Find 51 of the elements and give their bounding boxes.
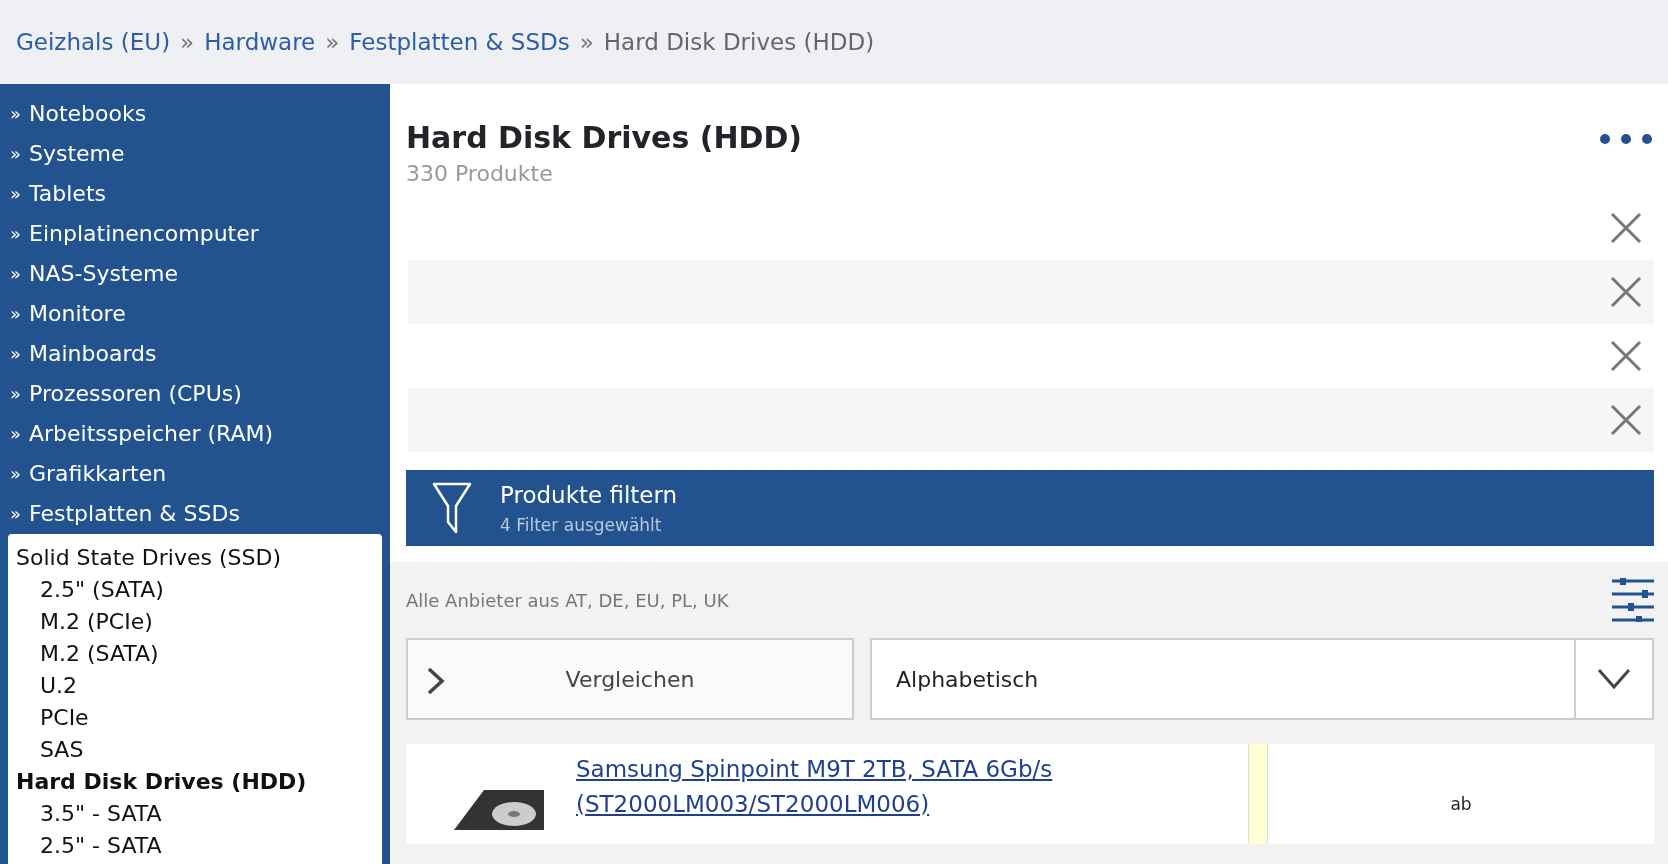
category-link[interactable]: Mainboards: [29, 334, 157, 374]
category-link[interactable]: Arbeitsspeicher (RAM): [29, 414, 274, 454]
category-link[interactable]: Einplatinencomputer: [29, 214, 259, 254]
subcategory-link[interactable]: U.2: [16, 670, 374, 702]
category-link[interactable]: Festplatten & SSDs: [29, 494, 240, 534]
bullet-icon: »: [10, 214, 21, 254]
breadcrumb-separator: »: [325, 27, 340, 57]
breadcrumb-link[interactable]: Geizhals (EU): [16, 24, 171, 60]
category-link[interactable]: Tablets: [29, 174, 106, 214]
filter-button[interactable]: Produkte filtern 4 Filter ausgewählt: [406, 470, 1654, 546]
bullet-icon: »: [10, 374, 21, 414]
price-prefix: ab: [1450, 793, 1472, 816]
subcategory-link[interactable]: PCIe: [16, 702, 374, 734]
breadcrumb-separator: »: [180, 27, 195, 57]
chevron-down-icon: [1597, 668, 1631, 690]
settings-sliders-icon[interactable]: [1612, 578, 1654, 622]
bullet-icon: »: [10, 414, 21, 454]
category-link[interactable]: NAS-Systeme: [29, 254, 178, 294]
category-link[interactable]: Notebooks: [29, 94, 147, 134]
bullet-icon: »: [10, 494, 21, 534]
bullet-icon: »: [10, 134, 21, 174]
bullet-icon: »: [10, 294, 21, 334]
bullet-icon: »: [10, 334, 21, 374]
page-title: Hard Disk Drives (HDD): [406, 119, 803, 157]
sort-dropdown[interactable]: Alphabetisch: [870, 638, 1654, 720]
breadcrumb-current: Hard Disk Drives (HDD): [603, 27, 875, 57]
subcategory-link[interactable]: 2.5" (SATA): [16, 574, 374, 606]
category-link[interactable]: Monitore: [29, 294, 126, 334]
product-count: 330 Produkte: [406, 160, 554, 188]
subcategory-link[interactable]: M.2 (SATA): [16, 638, 374, 670]
subcategory-link[interactable]: M.2 (PCIe): [16, 606, 374, 638]
subcategory-link[interactable]: 2.5" - SATA: [16, 830, 374, 862]
bullet-icon: »: [10, 454, 21, 494]
bullet-icon: »: [10, 174, 21, 214]
subcategory-link[interactable]: SAS: [16, 734, 374, 766]
compare-button[interactable]: Vergleichen: [406, 638, 854, 720]
product-link[interactable]: Samsung Spinpoint M9T 2TB, SATA 6Gb/s (ST2000LM003/ST2000LM006): [576, 752, 1136, 821]
vendor-info: Alle Anbieter aus AT, DE, EU, PL, UK: [406, 588, 729, 613]
subcategory-link[interactable]: 3.5" - SATA: [16, 798, 374, 830]
bullet-icon: »: [10, 254, 21, 294]
bullet-icon: »: [10, 94, 21, 134]
chevron-right-icon: [426, 666, 446, 696]
subcategory-link[interactable]: Solid State Drives (SSD): [16, 542, 374, 574]
breadcrumb-separator: »: [579, 27, 594, 57]
category-link[interactable]: Prozessoren (CPUs): [29, 374, 242, 414]
category-link[interactable]: Grafikkarten: [29, 454, 167, 494]
breadcrumb-link[interactable]: Festplatten & SSDs: [349, 24, 570, 60]
breadcrumb-link[interactable]: Hardware: [204, 24, 316, 60]
category-link[interactable]: Systeme: [29, 134, 125, 174]
funnel-icon: [432, 482, 472, 534]
subcategory-link[interactable]: Hard Disk Drives (HDD): [16, 766, 374, 798]
